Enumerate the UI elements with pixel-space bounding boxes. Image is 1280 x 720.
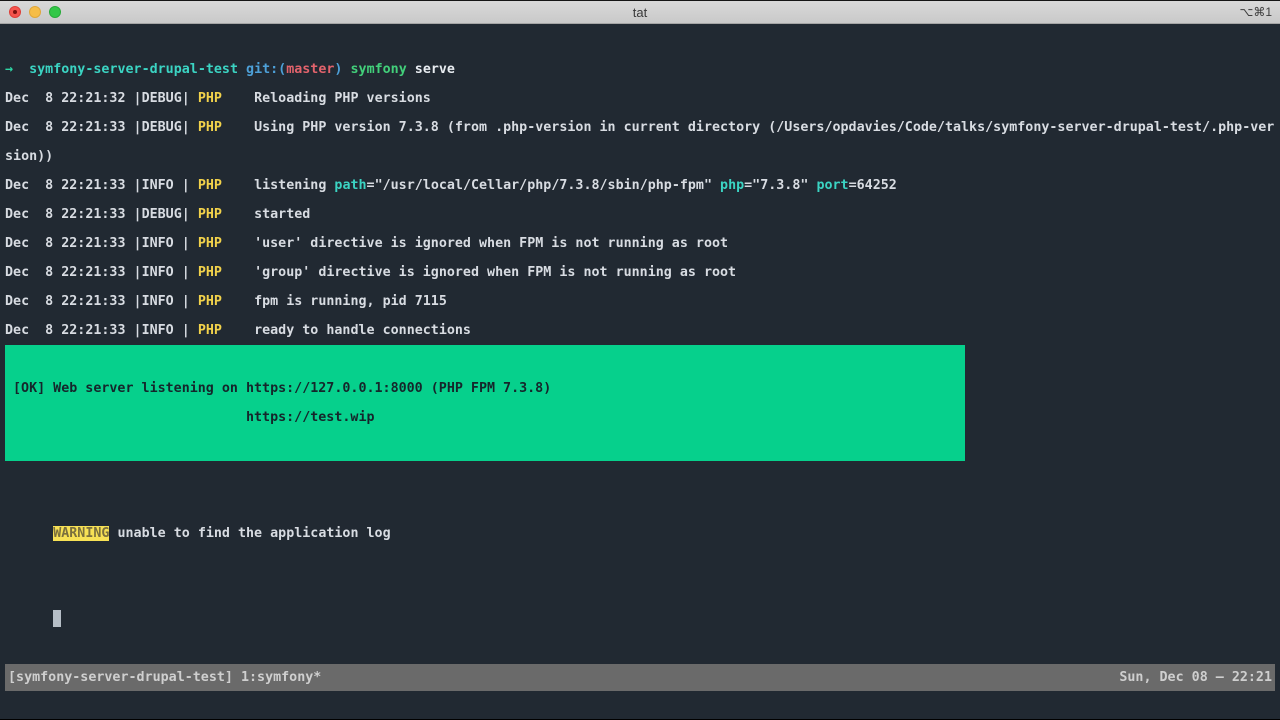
text-segment — [238, 62, 246, 77]
log-line: Dec 8 22:21:33 |DEBUG| PHP started — [5, 200, 1275, 229]
proxy-url-text: https://test.wip — [246, 410, 375, 425]
text-segment: PHP — [198, 294, 222, 309]
text-segment — [222, 236, 254, 251]
terminal-screen[interactable]: → symfony-server-drupal-test git:(master… — [0, 24, 1280, 719]
text-segment: Dec 8 22:21:33 |DEBUG| — [5, 120, 198, 135]
text-segment: ="/usr/local/Cellar/php/7.3.8/sbin/php-f… — [367, 178, 720, 193]
text-segment: Dec 8 22:21:33 |INFO | — [5, 236, 198, 251]
text-segment: Dec 8 22:21:33 |INFO | — [5, 178, 198, 193]
text-segment — [342, 62, 350, 77]
window-shortcut-badge: ⌥⌘1 — [1239, 5, 1272, 19]
text-segment: symfony-server-drupal-test — [29, 62, 238, 77]
text-segment: ="7.3.8" — [744, 178, 816, 193]
tmux-clock: Sun, Dec 08 – 22:21 — [1119, 663, 1272, 692]
log-line: Dec 8 22:21:33 |INFO | PHP 'group' direc… — [5, 258, 1275, 287]
text-segment — [222, 91, 254, 106]
text-segment: 'user' directive is ignored when FPM is … — [254, 236, 728, 251]
text-segment: Dec 8 22:21:33 |DEBUG| — [5, 207, 198, 222]
log-lines: Dec 8 22:21:32 |DEBUG| PHP Reloading PHP… — [5, 84, 1275, 345]
text-segment: fpm is running, pid 7115 — [254, 294, 447, 309]
text-segment — [222, 207, 254, 222]
text-segment: → — [5, 62, 29, 77]
text-segment: PHP — [198, 178, 222, 193]
terminal-window: tat ⌥⌘1 → symfony-server-drupal-test git… — [0, 0, 1280, 720]
log-line: Dec 8 22:21:33 |INFO | PHP fpm is runnin… — [5, 287, 1275, 316]
text-segment — [222, 178, 254, 193]
blank-line — [5, 26, 1275, 55]
text-segment — [222, 294, 254, 309]
text-segment: PHP — [198, 323, 222, 338]
log-line: Dec 8 22:21:33 |INFO | PHP ready to hand… — [5, 316, 1275, 345]
log-line: Dec 8 22:21:33 |INFO | PHP 'user' direct… — [5, 229, 1275, 258]
text-segment: PHP — [198, 265, 222, 280]
text-segment: PHP — [198, 120, 222, 135]
text-segment: PHP — [198, 91, 222, 106]
text-segment — [222, 265, 254, 280]
text-segment: port — [816, 178, 848, 193]
blank-line — [5, 461, 1275, 490]
warning-badge: WARNING — [53, 526, 109, 541]
text-segment: ready to handle connections — [254, 323, 471, 338]
text-segment: Dec 8 22:21:32 |DEBUG| — [5, 91, 198, 106]
tmux-status-bar: [symfony-server-drupal-test] 1:symfony* … — [5, 664, 1275, 691]
text-segment: =64252 — [849, 178, 897, 193]
text-segment — [222, 323, 254, 338]
success-line-url: [OK] Web server listening on https://127… — [5, 374, 965, 403]
text-segment: path — [334, 178, 366, 193]
tmux-session-and-window: [symfony-server-drupal-test] 1:symfony* — [8, 663, 321, 692]
success-line-proxy: https://test.wip — [5, 403, 965, 432]
text-segment: Reloading PHP versions — [254, 91, 431, 106]
titlebar: tat ⌥⌘1 — [0, 0, 1280, 24]
text-segment — [407, 62, 415, 77]
text-segment: PHP — [198, 236, 222, 251]
text-segment: PHP — [198, 207, 222, 222]
text-segment: Dec 8 22:21:33 |INFO | — [5, 323, 198, 338]
success-text: [OK] Web server listening on https://127… — [13, 381, 551, 396]
text-segment: started — [254, 207, 310, 222]
text-segment: master — [286, 62, 334, 77]
text-segment: serve — [415, 62, 455, 77]
text-segment: listening — [254, 178, 334, 193]
log-line: Dec 8 22:21:33 |INFO | PHP listening pat… — [5, 171, 1275, 200]
text-segment: symfony — [351, 62, 407, 77]
log-line: Dec 8 22:21:32 |DEBUG| PHP Reloading PHP… — [5, 84, 1275, 113]
warning-line: WARNING unable to find the application lo… — [5, 490, 1275, 577]
window-title: tat — [0, 5, 1280, 20]
warning-message: unable to find the application log — [117, 526, 390, 541]
success-box: [OK] Web server listening on https://127… — [5, 345, 965, 461]
text-segment: php — [720, 178, 744, 193]
text-segment — [222, 120, 254, 135]
cursor-line — [5, 577, 1275, 664]
text-segment: 'group' directive is ignored when FPM is… — [254, 265, 736, 280]
text-segment: Dec 8 22:21:33 |INFO | — [5, 294, 198, 309]
prompt-line: → symfony-server-drupal-test git:(master… — [5, 55, 1275, 84]
log-line: Dec 8 22:21:33 |DEBUG| PHP Using PHP ver… — [5, 113, 1275, 171]
text-cursor — [53, 610, 61, 627]
text-segment: git:( — [246, 62, 286, 77]
text-segment: Dec 8 22:21:33 |INFO | — [5, 265, 198, 280]
